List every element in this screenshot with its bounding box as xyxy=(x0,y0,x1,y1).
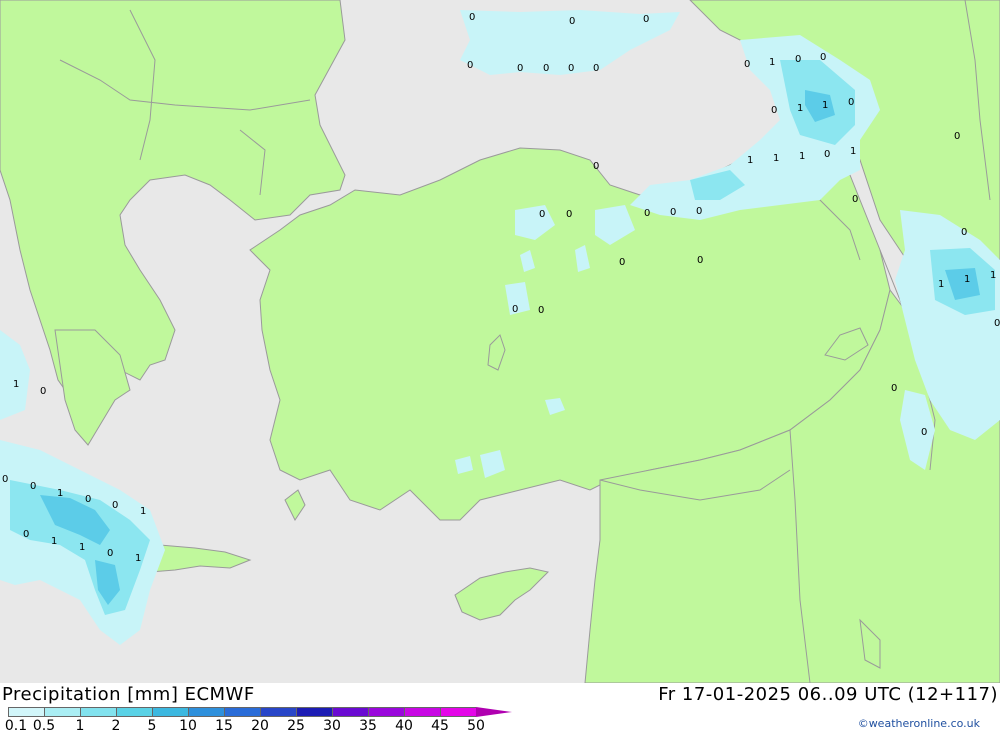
legend-tick-label: 10 xyxy=(179,718,197,734)
point-value: 1 xyxy=(135,553,141,564)
legend-tick-label: 1 xyxy=(75,718,85,734)
legend-swatch xyxy=(296,707,332,717)
point-value: 0 xyxy=(593,63,599,74)
point-value: 0 xyxy=(512,304,518,315)
point-value: 0 xyxy=(891,383,897,394)
valid-time: Fr 17-01-2025 06..09 UTC (12+117) xyxy=(658,684,998,705)
legend-swatch xyxy=(152,707,188,717)
point-value: 1 xyxy=(747,155,753,166)
point-value: 0 xyxy=(85,494,91,505)
point-value: 0 xyxy=(771,105,777,116)
point-value: 0 xyxy=(469,12,475,23)
point-value: 0 xyxy=(644,208,650,219)
point-value: 1 xyxy=(990,270,996,281)
color-scale-labels: 0.1 0.5 1 2 5 10 15 20 25 30 35 40 45 50 xyxy=(0,718,560,734)
legend-tick-label: 5 xyxy=(147,718,157,734)
point-value: 0 xyxy=(568,63,574,74)
point-value: 0 xyxy=(820,52,826,63)
point-value: 0 xyxy=(852,194,858,205)
legend-tick-label: 35 xyxy=(359,718,377,734)
precipitation-map: 0 0 0 0 0 0 0 0 0 1 0 0 0 1 1 0 0 1 1 1 … xyxy=(0,0,1000,683)
point-value: 1 xyxy=(769,57,775,68)
map-canvas: 0 0 0 0 0 0 0 0 0 1 0 0 0 1 1 0 0 1 1 1 … xyxy=(0,0,1000,683)
legend-swatch xyxy=(116,707,152,717)
point-value: 0 xyxy=(30,481,36,492)
legend-tick-label: 0.5 xyxy=(32,718,56,734)
map-title: Precipitation [mm] ECMWF xyxy=(2,684,255,705)
point-value: 0 xyxy=(569,16,575,27)
legend-tick-label: 40 xyxy=(395,718,413,734)
point-value: 0 xyxy=(697,255,703,266)
point-value: 1 xyxy=(140,506,146,517)
legend-tick-label: 2 xyxy=(111,718,121,734)
legend-arrow xyxy=(476,707,512,717)
legend-swatch xyxy=(332,707,368,717)
legend-tick-label: 25 xyxy=(287,718,305,734)
point-value: 1 xyxy=(797,103,803,114)
point-value: 0 xyxy=(2,474,8,485)
point-value: 0 xyxy=(795,54,801,65)
point-value: 0 xyxy=(848,97,854,108)
point-value: 0 xyxy=(112,500,118,511)
legend-swatch xyxy=(224,707,260,717)
point-value: 0 xyxy=(619,257,625,268)
point-value: 0 xyxy=(107,548,113,559)
point-value: 1 xyxy=(822,100,828,111)
point-value: 0 xyxy=(954,131,960,142)
point-value: 0 xyxy=(40,386,46,397)
legend-swatch xyxy=(404,707,440,717)
point-value: 0 xyxy=(543,63,549,74)
legend-swatch xyxy=(44,707,80,717)
point-value: 0 xyxy=(994,318,1000,329)
point-value: 1 xyxy=(79,542,85,553)
point-value: 0 xyxy=(517,63,523,74)
point-value: 1 xyxy=(799,151,805,162)
point-value: 1 xyxy=(13,379,19,390)
point-value: 0 xyxy=(921,427,927,438)
legend-tick-label: 15 xyxy=(215,718,233,734)
legend-swatch xyxy=(188,707,224,717)
point-value: 0 xyxy=(696,206,702,217)
point-value: 0 xyxy=(643,14,649,25)
legend-swatch xyxy=(260,707,296,717)
point-value: 0 xyxy=(566,209,572,220)
legend-tick-label: 20 xyxy=(251,718,269,734)
legend-tick-label: 45 xyxy=(431,718,449,734)
point-value: 0 xyxy=(538,305,544,316)
point-value: 1 xyxy=(773,153,779,164)
point-value: 1 xyxy=(57,488,63,499)
point-value: 0 xyxy=(467,60,473,71)
point-value: 0 xyxy=(744,59,750,70)
point-value: 0 xyxy=(23,529,29,540)
legend-tick-label: 30 xyxy=(323,718,341,734)
legend-tick-label: 0.1 xyxy=(4,718,28,734)
point-value: 1 xyxy=(964,274,970,285)
legend-swatch xyxy=(8,707,44,717)
credit-link[interactable]: ©weatheronline.co.uk xyxy=(858,717,980,730)
point-value: 1 xyxy=(938,279,944,290)
point-value: 0 xyxy=(961,227,967,238)
point-value: 0 xyxy=(670,207,676,218)
legend-swatch xyxy=(368,707,404,717)
point-value: 0 xyxy=(824,149,830,160)
color-scale xyxy=(8,707,512,717)
point-value: 1 xyxy=(850,146,856,157)
point-value: 1 xyxy=(51,536,57,547)
point-value: 0 xyxy=(539,209,545,220)
legend-swatch xyxy=(80,707,116,717)
legend-swatch xyxy=(440,707,476,717)
legend-footer: Precipitation [mm] ECMWF Fr 17-01-2025 0… xyxy=(0,683,1000,734)
legend-tick-label: 50 xyxy=(467,718,485,734)
point-value: 0 xyxy=(593,161,599,172)
